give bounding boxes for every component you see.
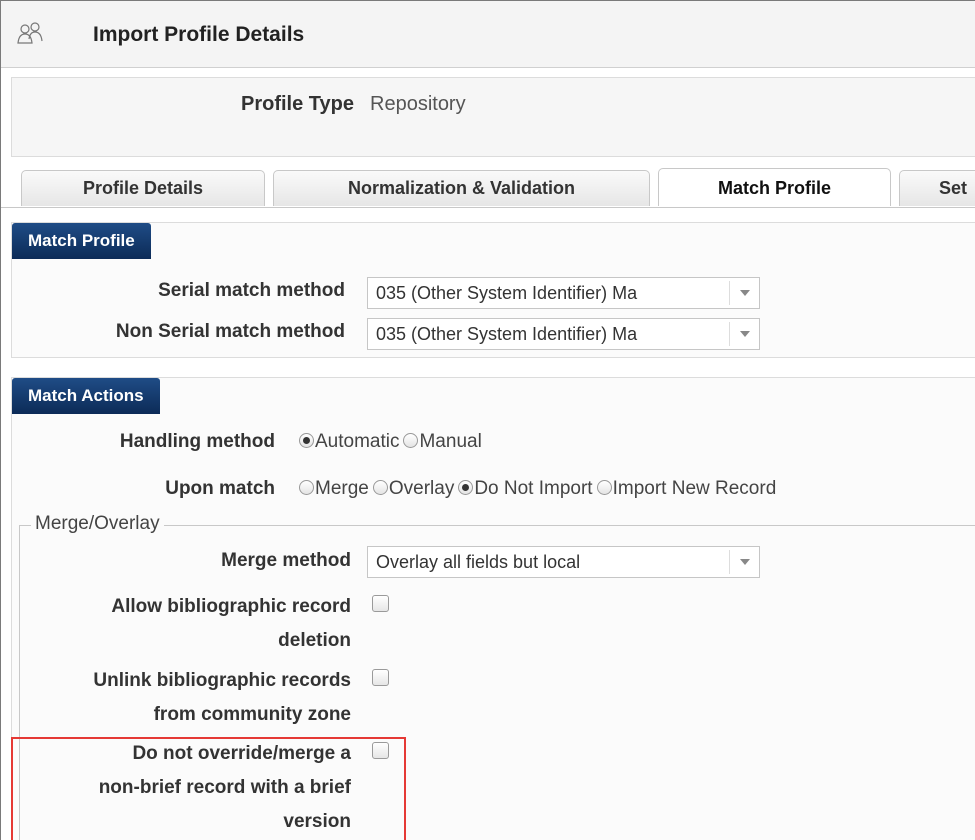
profile-type-value: Repository: [370, 93, 466, 115]
unlink-checkbox[interactable]: [372, 669, 389, 686]
tab-set[interactable]: Set: [899, 170, 975, 206]
allow-deletion-label: Allow bibliographic record deletion: [1, 595, 351, 653]
page-header: Import Profile Details: [1, 1, 975, 68]
match-actions-header: Match Actions: [12, 378, 160, 414]
tab-match-profile[interactable]: Match Profile: [658, 168, 891, 206]
profile-type-panel: Profile Type Repository: [11, 77, 975, 157]
radio-merge[interactable]: [299, 480, 314, 495]
radio-automatic[interactable]: [299, 433, 314, 448]
radio-do-not-import-label: Do Not Import: [474, 478, 593, 499]
chevron-down-icon[interactable]: [729, 322, 759, 346]
unlink-label: Unlink bibliographic records from commun…: [1, 669, 351, 727]
handling-method-label: Handling method: [119, 431, 275, 452]
merge-method-label: Merge method: [221, 550, 351, 571]
allow-deletion-label-line1: Allow bibliographic record: [111, 596, 351, 617]
tab-bar: Profile Details Normalization & Validati…: [1, 167, 975, 208]
users-icon: [17, 22, 43, 44]
radio-manual-label: Manual: [419, 431, 482, 452]
non-serial-match-value: 035 (Other System Identifier) Ma: [376, 324, 638, 344]
radio-overlay[interactable]: [372, 480, 388, 495]
unlink-label-line2: from community zone: [153, 704, 351, 725]
profile-type-label: Profile Type: [241, 93, 354, 115]
handling-method-group: Automatic Manual: [299, 430, 486, 454]
merge-overlay-legend: Merge/Overlay: [31, 513, 164, 535]
radio-merge-label: Merge: [315, 478, 369, 499]
serial-match-value: 035 (Other System Identifier) Ma: [376, 283, 638, 303]
merge-method-value: Overlay all fields but local: [376, 552, 581, 572]
radio-import-new-record[interactable]: [596, 480, 612, 495]
allow-deletion-label-line2: deletion: [278, 630, 351, 651]
chevron-down-icon[interactable]: [729, 550, 759, 574]
merge-method-select[interactable]: Overlay all fields but local: [367, 546, 760, 578]
import-profile-window: Import Profile Details Profile Type Repo…: [0, 0, 975, 840]
radio-overlay-label: Overlay: [388, 478, 455, 499]
radio-import-new-record-label: Import New Record: [612, 478, 777, 499]
radio-do-not-import[interactable]: [458, 480, 474, 495]
unlink-label-line1: Unlink bibliographic records: [93, 670, 351, 691]
radio-manual[interactable]: [403, 433, 419, 448]
upon-match-group: Merge Overlay Do Not Import Import New Reco…: [299, 477, 780, 501]
tab-profile-details[interactable]: Profile Details: [21, 170, 265, 206]
non-serial-match-select[interactable]: 035 (Other System Identifier) Ma: [367, 318, 760, 350]
tab-normalization-validation[interactable]: Normalization & Validation: [273, 170, 650, 206]
upon-match-label: Upon match: [165, 478, 275, 499]
match-profile-header: Match Profile: [12, 223, 151, 259]
non-serial-match-label: Non Serial match method: [115, 321, 345, 342]
serial-match-select[interactable]: 035 (Other System Identifier) Ma: [367, 277, 760, 309]
page-title: Import Profile Details: [93, 23, 305, 46]
chevron-down-icon[interactable]: [729, 281, 759, 305]
allow-deletion-checkbox[interactable]: [372, 595, 389, 612]
highlight-box: [11, 737, 406, 840]
serial-match-label: Serial match method: [158, 280, 345, 301]
radio-automatic-label: Automatic: [315, 431, 400, 452]
